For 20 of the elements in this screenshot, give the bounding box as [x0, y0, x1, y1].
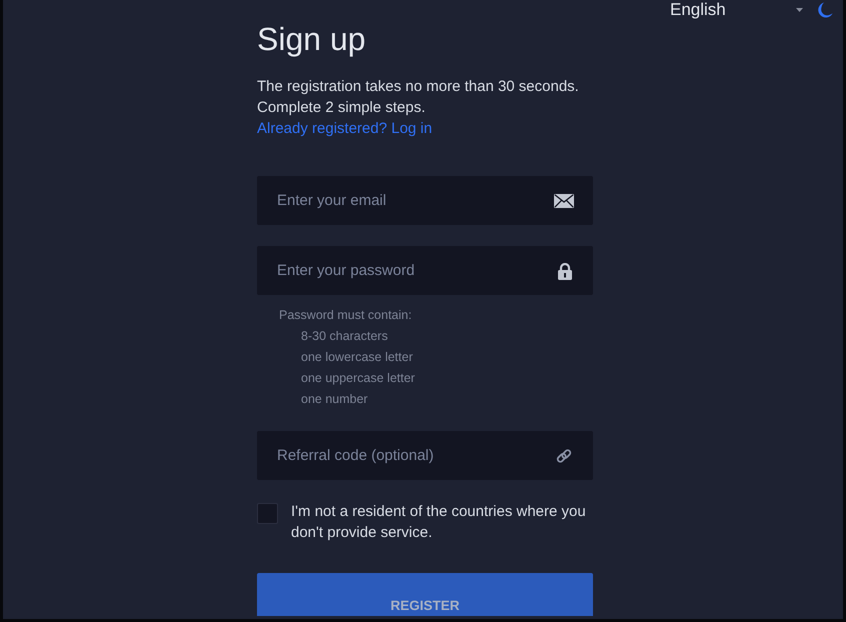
- password-rule: one uppercase letter: [300, 370, 415, 387]
- moon-icon[interactable]: [818, 2, 833, 18]
- lock-icon: [558, 262, 572, 280]
- password-rule: 8-30 characters: [300, 328, 388, 345]
- residency-checkbox-label[interactable]: I'm not a resident of the countries where you don't provide service.: [291, 501, 593, 543]
- password-rules-title: Password must contain:: [279, 307, 412, 324]
- password-rule: one number: [300, 391, 368, 408]
- password-field[interactable]: Enter your password: [257, 246, 593, 295]
- referral-code-field[interactable]: Referral code (optional): [257, 431, 593, 480]
- envelope-icon: [554, 194, 574, 208]
- caret-icon: [796, 8, 803, 12]
- login-link[interactable]: Already registered? Log in: [257, 118, 432, 139]
- residency-checkbox[interactable]: [257, 503, 278, 524]
- intro-text: Complete 2 simple steps.: [257, 98, 426, 118]
- intro-text: The registration takes no more than 30 seconds.: [257, 77, 579, 97]
- link-icon: [556, 448, 572, 464]
- email-field[interactable]: Enter your email: [257, 176, 593, 225]
- password-rule: one lowercase letter: [300, 349, 413, 366]
- page-title: Sign up: [257, 20, 366, 59]
- language-select[interactable]: English: [660, 0, 808, 20]
